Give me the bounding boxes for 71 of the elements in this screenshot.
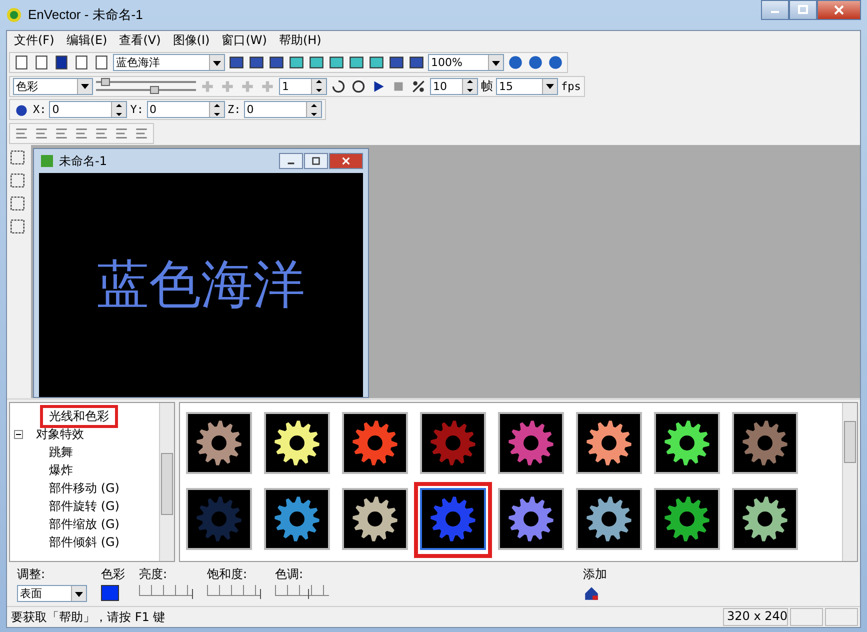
window-title: EnVector - 未命名-1 xyxy=(28,6,143,24)
document-title: 未命名-1 xyxy=(59,152,107,170)
maximize-icon xyxy=(798,5,808,15)
gear-thumbnail[interactable] xyxy=(654,488,720,550)
mode-dropdown[interactable]: 色彩 xyxy=(13,78,93,95)
menu-item[interactable]: 图像(I) xyxy=(168,32,215,50)
adjust-dropdown[interactable]: 表面 xyxy=(17,585,87,602)
close-button[interactable] xyxy=(329,153,363,170)
slider-label: 亮度: xyxy=(139,566,168,584)
minimize-button[interactable] xyxy=(279,153,303,170)
gear-thumbnail[interactable] xyxy=(576,412,642,474)
fps-dropdown[interactable]: 15 xyxy=(496,78,558,95)
adjust-label: 调整: xyxy=(17,566,46,584)
close-icon xyxy=(342,157,350,166)
slider[interactable] xyxy=(96,81,196,84)
tree-item[interactable]: 光线和色彩 xyxy=(40,404,118,428)
frame-label: 帧 xyxy=(481,78,493,95)
canvas-size: 320 x 240 xyxy=(723,608,788,626)
coordinate-spinbox[interactable]: 0 xyxy=(146,101,224,118)
close-button[interactable] xyxy=(817,0,861,20)
gear-thumbnail[interactable] xyxy=(576,488,642,550)
gear-thumbnail[interactable] xyxy=(654,412,720,474)
slider[interactable] xyxy=(139,585,193,596)
coordinate-label: Z: xyxy=(228,103,241,116)
coordinate-spinbox[interactable]: 0 xyxy=(244,101,322,118)
coordinate-label: X: xyxy=(33,103,46,116)
slider-label: 色调: xyxy=(275,566,304,584)
maximize-icon xyxy=(312,157,320,166)
gear-thumbnail[interactable] xyxy=(420,488,486,550)
text-dropdown[interactable]: 蓝色海洋 xyxy=(113,54,225,72)
gear-thumbnail[interactable] xyxy=(186,488,252,550)
menu-item[interactable]: 文件(F) xyxy=(9,32,60,50)
zoom-dropdown[interactable]: 100% xyxy=(428,54,504,72)
minimize-button[interactable] xyxy=(761,0,789,20)
gear-thumbnail[interactable] xyxy=(498,412,564,474)
house-icon[interactable] xyxy=(583,585,600,602)
menu-item[interactable]: 查看(V) xyxy=(114,32,166,50)
scrollbar[interactable] xyxy=(159,403,174,562)
gear-thumbnail[interactable] xyxy=(732,412,798,474)
frame-spinbox[interactable]: 1 xyxy=(279,78,327,95)
status-pane xyxy=(790,608,823,626)
coordinate-spinbox[interactable]: 0 xyxy=(49,101,128,118)
gear-thumbnail[interactable] xyxy=(498,488,564,550)
gear-thumbnail[interactable] xyxy=(264,488,330,550)
percent-icon[interactable] xyxy=(410,78,427,95)
menu-item[interactable]: 编辑(E) xyxy=(61,32,112,50)
slider[interactable] xyxy=(96,89,196,92)
status-pane xyxy=(825,608,858,626)
gear-thumbnail[interactable] xyxy=(264,412,330,474)
menu-item[interactable]: 帮助(H) xyxy=(274,32,326,50)
gear-thumbnail[interactable] xyxy=(342,412,408,474)
menu-item[interactable]: 窗口(W) xyxy=(216,32,272,50)
status-message: 要获取「帮助」，请按 F1 键 xyxy=(10,608,166,626)
fps-label: fps xyxy=(561,80,581,93)
slider[interactable] xyxy=(207,585,261,596)
add-label: 添加 xyxy=(583,566,607,584)
scrollbar[interactable] xyxy=(842,403,857,562)
gear-thumbnail[interactable] xyxy=(342,488,408,550)
slider-label: 饱和度: xyxy=(207,566,248,584)
gear-thumbnail[interactable] xyxy=(420,412,486,474)
coordinate-label: Y: xyxy=(130,103,144,116)
gear-thumbnail[interactable] xyxy=(732,488,798,550)
collapse-toggle[interactable] xyxy=(14,430,23,439)
canvas-text: 蓝色海洋 xyxy=(97,254,305,318)
color-label: 色彩 xyxy=(101,566,125,584)
color-swatch[interactable] xyxy=(101,585,119,602)
maximize-button[interactable] xyxy=(304,153,328,170)
gear-thumbnail[interactable] xyxy=(186,412,252,474)
loop-icon[interactable] xyxy=(330,78,347,95)
step-spinbox[interactable]: 10 xyxy=(430,78,478,95)
close-icon xyxy=(834,5,844,15)
